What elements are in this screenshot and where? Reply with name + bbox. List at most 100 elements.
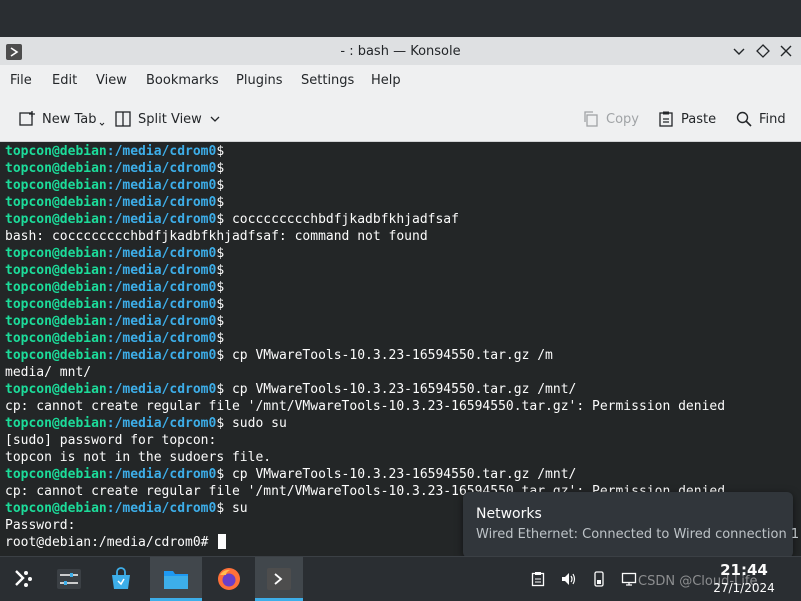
clipboard-icon[interactable] [530, 571, 546, 587]
prompt-path: :/media/cdrom0 [106, 212, 217, 227]
menu-view[interactable]: View [96, 73, 127, 88]
new-tab-icon [19, 111, 35, 126]
terminal-line: media/ mnt/ [5, 364, 725, 381]
copy-label: Copy [606, 111, 639, 127]
taskbar-file-manager[interactable] [150, 557, 202, 601]
terminal-line: topcon@debian:/media/cdrom0$ [5, 194, 725, 211]
prompt-path: :/media/cdrom0 [106, 501, 217, 516]
taskbar-system-settings[interactable] [46, 557, 92, 601]
close-icon[interactable] [778, 43, 794, 59]
split-view-icon [115, 111, 131, 127]
prompt-user: topcon@debian [5, 314, 107, 329]
menu-settings[interactable]: Settings [301, 73, 354, 88]
chevron-down-icon [210, 116, 220, 122]
search-icon [736, 111, 752, 127]
terminal-line: topcon@debian:/media/cdrom0$ sudo su [5, 415, 725, 432]
prompt-symbol: $ [216, 314, 225, 329]
command-text: cp VMwareTools-10.3.23-16594550.tar.gz /… [224, 467, 577, 482]
command-text: cocccccccchbdfjkadbfkhjadfsaf [224, 212, 459, 227]
notification-body: Wired Ethernet: Connected to Wired conne… [476, 527, 800, 542]
terminal-line: topcon@debian:/media/cdrom0$ cp VMwareTo… [5, 347, 725, 364]
kde-launcher-icon [15, 570, 32, 587]
window-title: - : bash — Konsole [340, 44, 461, 59]
network-notification[interactable]: Networks Wired Ethernet: Connected to Wi… [463, 492, 799, 558]
prompt-symbol: $ [216, 501, 225, 516]
prompt-user: topcon@debian [5, 501, 107, 516]
menu-edit[interactable]: Edit [52, 73, 77, 88]
command-text: cp VMwareTools-10.3.23-16594550.tar.gz /… [224, 348, 553, 363]
prompt-symbol: $ [216, 246, 225, 261]
prompt-path: :/media/cdrom0 [106, 263, 217, 278]
menu-file[interactable]: File [10, 73, 32, 88]
output-text: cp: cannot create regular file '/mnt/VMw… [5, 399, 726, 414]
prompt-path: :/media/cdrom0 [106, 382, 217, 397]
folder-icon [164, 571, 188, 589]
prompt-symbol: $ [216, 263, 225, 278]
prompt-symbol: $ [216, 348, 225, 363]
paste-button[interactable]: Paste [657, 109, 716, 129]
paste-icon [659, 111, 673, 127]
terminal-line: topcon@debian:/media/cdrom0$ [5, 160, 725, 177]
prompt-symbol: $ [216, 467, 225, 482]
prompt-symbol: $ [216, 331, 225, 346]
konsole-window: - : bash — Konsole File Edit View Bookma… [0, 37, 801, 556]
prompt-path: :/media/cdrom0 [106, 280, 217, 295]
copy-button[interactable]: Copy [582, 109, 639, 129]
terminal-line: topcon@debian:/media/cdrom0$ [5, 330, 725, 347]
menu-help[interactable]: Help [371, 73, 401, 88]
taskbar-konsole[interactable] [255, 557, 303, 601]
prompt-path: :/media/cdrom0 [106, 314, 217, 329]
prompt-path: :/media/cdrom0 [106, 246, 217, 261]
taskbar-discover[interactable] [98, 557, 144, 601]
desktop-top-strip [0, 0, 801, 37]
menu-bookmarks[interactable]: Bookmarks [146, 73, 219, 88]
volume-icon[interactable] [560, 571, 576, 587]
prompt-symbol: $ [216, 195, 225, 210]
output-text: media/ mnt/ [5, 365, 92, 380]
prompt-path: :/media/cdrom0 [106, 161, 217, 176]
menu-plugins[interactable]: Plugins [236, 73, 283, 88]
split-view-button[interactable]: Split View [114, 109, 220, 129]
paste-label: Paste [681, 111, 717, 127]
prompt-path: :/media/cdrom0 [106, 195, 217, 210]
command-text: sudo su [224, 416, 287, 431]
prompt-symbol: $ [216, 382, 225, 397]
maximize-icon[interactable] [755, 43, 771, 59]
output-text: Password: [5, 518, 76, 533]
terminal-line: topcon@debian:/media/cdrom0$ [5, 143, 725, 160]
terminal-line: topcon is not in the sudoers file. [5, 449, 725, 466]
prompt-user: topcon@debian [5, 348, 107, 363]
prompt-user: topcon@debian [5, 263, 107, 278]
taskbar-firefox[interactable] [206, 557, 252, 601]
split-view-label: Split View [138, 111, 202, 127]
device-notifier-icon[interactable] [591, 571, 607, 587]
new-tab-button[interactable]: New Tab [18, 109, 105, 129]
terminal-line: topcon@debian:/media/cdrom0$ [5, 245, 725, 262]
terminal-line: topcon@debian:/media/cdrom0$ cocccccccch… [5, 211, 725, 228]
find-label: Find [759, 111, 786, 127]
terminal-line: topcon@debian:/media/cdrom0$ [5, 279, 725, 296]
clock-time[interactable]: 21:44 [690, 561, 798, 579]
prompt-path: :/media/cdrom0 [106, 144, 217, 159]
prompt-user: topcon@debian [5, 331, 107, 346]
prompt-user: topcon@debian [5, 178, 107, 193]
notification-title: Networks [476, 506, 542, 522]
find-button[interactable]: Find [735, 109, 786, 129]
prompt-user: topcon@debian [5, 382, 107, 397]
menubar: File Edit View Bookmarks Plugins Setting… [0, 65, 801, 97]
text-cursor [218, 534, 227, 549]
clock-date[interactable]: 27/1/2024 [690, 581, 798, 595]
terminal-line: [sudo] password for topcon: [5, 432, 725, 449]
network-icon[interactable] [621, 571, 637, 587]
prompt-user: topcon@debian [5, 195, 107, 210]
prompt-user: topcon@debian [5, 246, 107, 261]
prompt-user: topcon@debian [5, 161, 107, 176]
copy-icon [584, 111, 598, 127]
application-launcher[interactable] [0, 557, 46, 601]
minimize-icon[interactable] [731, 43, 747, 59]
prompt-path: :/media/cdrom0 [106, 467, 217, 482]
output-text: [sudo] password for topcon: [5, 433, 217, 448]
terminal-line: topcon@debian:/media/cdrom0$ [5, 262, 725, 279]
titlebar[interactable]: - : bash — Konsole [0, 37, 801, 65]
prompt-symbol: $ [216, 212, 225, 227]
